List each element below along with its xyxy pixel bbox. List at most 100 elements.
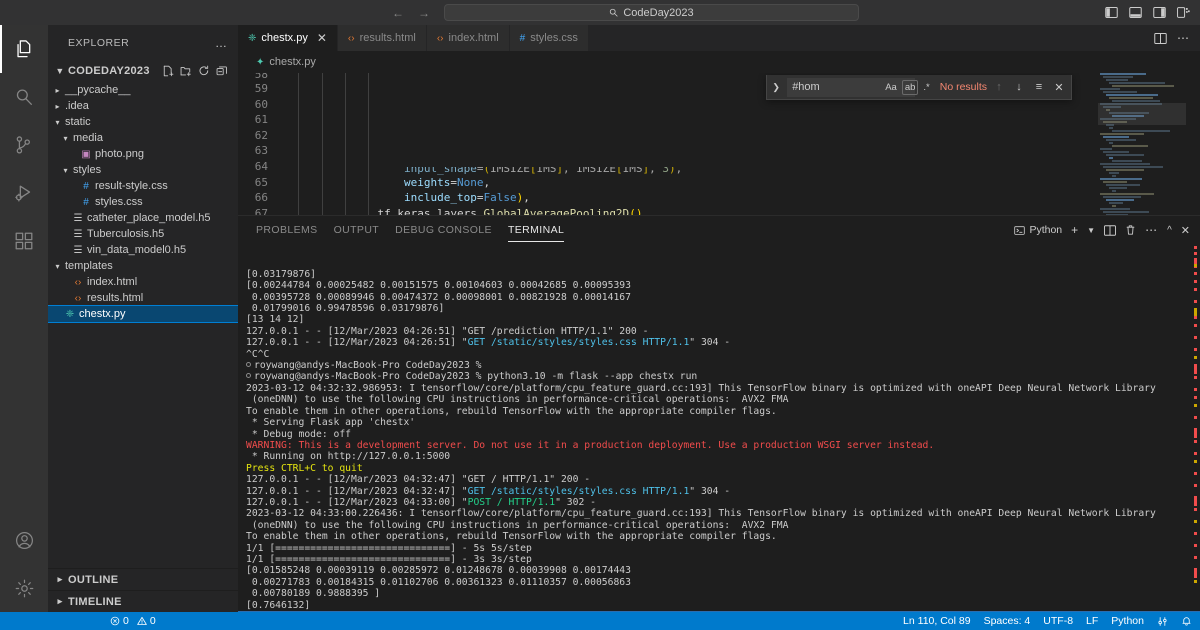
- sidebar-section-outline[interactable]: ▸ OUTLINE: [48, 568, 238, 590]
- file-tree-item[interactable]: ▸ __pycache__: [48, 82, 238, 98]
- minimap-line: [1112, 190, 1116, 192]
- workbench-body: EXPLORER … ▼ CODEDAY2023 ▸ __pycache__ ▸ .i…: [0, 25, 1200, 612]
- minimap-line: [1103, 76, 1133, 78]
- file-tree-item[interactable]: # result-style.css: [48, 178, 238, 194]
- find-previous-icon[interactable]: ↑: [991, 81, 1007, 93]
- editor-tab-chestx-py[interactable]: ❈ chestx.py ✕: [238, 25, 338, 51]
- collapse-all-icon[interactable]: [216, 65, 228, 77]
- new-terminal-icon[interactable]: +: [1071, 223, 1078, 237]
- activity-bar-item-extensions[interactable]: [0, 217, 48, 265]
- bell-icon[interactable]: [1181, 615, 1192, 627]
- toggle-primary-sidebar-icon[interactable]: [1105, 7, 1118, 18]
- toggle-secondary-sidebar-icon[interactable]: [1153, 7, 1166, 18]
- panel-tab-problems[interactable]: PROBLEMS: [248, 216, 326, 244]
- find-next-icon[interactable]: ↓: [1011, 81, 1027, 93]
- customize-layout-icon[interactable]: [1177, 7, 1190, 18]
- file-tree[interactable]: ▸ __pycache__ ▸ .idea ▾ static ▾ media ▣ photo.pn…: [48, 82, 238, 568]
- file-tree-item[interactable]: ❈ chestx.py: [48, 305, 238, 323]
- whole-word-toggle[interactable]: ab: [901, 79, 919, 95]
- minimap-line: [1100, 73, 1146, 75]
- editor-tab-index-html[interactable]: ‹› index.html: [426, 25, 510, 51]
- kill-terminal-trash-icon[interactable]: [1125, 224, 1136, 236]
- minimap-line: [1100, 178, 1142, 180]
- files-icon: [17, 40, 31, 58]
- file-tree-item[interactable]: ▾ styles: [48, 162, 238, 178]
- panel-tab-output[interactable]: OUTPUT: [326, 216, 388, 244]
- toggle-panel-icon[interactable]: [1129, 7, 1142, 18]
- line-number: 67: [254, 206, 268, 215]
- split-terminal-icon[interactable]: [1104, 224, 1117, 236]
- minimap-slider[interactable]: [1098, 103, 1186, 125]
- terminal-shell-selector[interactable]: Python: [1014, 224, 1062, 236]
- split-editor-icon[interactable]: [1154, 32, 1167, 44]
- activity-bar-item-settings[interactable]: [0, 564, 48, 612]
- panel-tab-terminal[interactable]: TERMINAL: [500, 216, 572, 244]
- minimap[interactable]: [1098, 73, 1186, 215]
- file-tree-item[interactable]: ▾ static: [48, 114, 238, 130]
- terminal-scrollbar[interactable]: [1188, 244, 1198, 612]
- regex-toggle[interactable]: .*: [921, 81, 931, 94]
- terminal-scroll-mark: [1194, 376, 1197, 379]
- editor-actions: ⋯: [1154, 25, 1200, 51]
- editor-more-actions-icon[interactable]: ⋯: [1177, 32, 1190, 44]
- terminal-dropdown-icon[interactable]: ▼: [1087, 226, 1095, 235]
- file-tree-item[interactable]: ☰ Tuberculosis.h5: [48, 226, 238, 242]
- activity-bar-item-accounts[interactable]: [0, 516, 48, 564]
- title-bar-navigation: ← →: [392, 7, 430, 19]
- editor-group: ❈ chestx.py ✕ ‹› results.html ‹› index.html # st…: [238, 25, 1200, 612]
- explorer-root-header[interactable]: ▼ CODEDAY2023: [48, 60, 238, 82]
- file-tree-item[interactable]: ☰ vin_data_model0.h5: [48, 242, 238, 258]
- new-folder-icon[interactable]: [180, 65, 192, 77]
- overview-ruler[interactable]: [1186, 73, 1200, 215]
- editor-tab-styles-css[interactable]: # styles.css: [509, 25, 589, 51]
- file-tree-item[interactable]: ▾ templates: [48, 258, 238, 274]
- activity-bar-item-source-control[interactable]: [0, 121, 48, 169]
- explorer-root-label: CODEDAY2023: [68, 65, 150, 77]
- activity-bar-item-run-and-debug[interactable]: [0, 169, 48, 217]
- file-tree-item[interactable]: ‹› results.html: [48, 290, 238, 306]
- file-tree-item[interactable]: ▸ .idea: [48, 98, 238, 114]
- status-problems[interactable]: 0 0: [110, 615, 156, 627]
- sidebar-more-actions-icon[interactable]: …: [215, 36, 228, 50]
- find-in-selection-icon[interactable]: ≡: [1031, 81, 1047, 93]
- minimap-line: [1100, 148, 1112, 150]
- file-tree-item-label: styles: [73, 164, 102, 176]
- panel-tab-debug-console[interactable]: DEBUG CONSOLE: [387, 216, 500, 244]
- status-cursor-position[interactable]: Ln 110, Col 89: [903, 615, 971, 627]
- html-file-icon: ‹›: [347, 32, 355, 44]
- match-case-toggle[interactable]: Aa: [883, 81, 899, 94]
- toggle-replace-icon[interactable]: ❯: [769, 82, 783, 93]
- status-language-mode[interactable]: Python: [1111, 615, 1144, 627]
- search-icon: [16, 89, 32, 105]
- forward-icon[interactable]: →: [418, 7, 430, 19]
- terminal-text: 127.0.0.1 - - [12/Mar/2023 04:32:47] "GE…: [246, 474, 591, 486]
- back-icon[interactable]: ←: [392, 7, 404, 19]
- status-eol[interactable]: LF: [1086, 615, 1098, 627]
- find-close-icon[interactable]: ✕: [1051, 81, 1067, 94]
- close-panel-icon[interactable]: ✕: [1181, 224, 1190, 237]
- panel-more-actions-icon[interactable]: ⋯: [1145, 224, 1158, 236]
- binary-file-icon: ☰: [73, 212, 83, 224]
- editor-tab-results-html[interactable]: ‹› results.html: [337, 25, 427, 51]
- find-widget[interactable]: ❯ #hom Aa ab .* No results ↑ ↓ ≡ ✕: [766, 75, 1072, 100]
- file-tree-item[interactable]: # styles.css: [48, 194, 238, 210]
- terminal-text: To enable them in other operations, rebu…: [246, 405, 777, 417]
- sidebar-section-timeline[interactable]: ▸ TIMELINE: [48, 590, 238, 612]
- remote-icon[interactable]: [1157, 616, 1168, 627]
- activity-bar-item-explorer[interactable]: [0, 25, 48, 73]
- file-tree-item[interactable]: ▣ photo.png: [48, 146, 238, 162]
- command-center-search[interactable]: CodeDay2023: [444, 4, 859, 21]
- file-tree-item[interactable]: ☰ catheter_place_model.h5: [48, 210, 238, 226]
- new-file-icon[interactable]: [162, 65, 174, 77]
- terminal-output[interactable]: [0.03179876] [0.00244784 0.00025482 0.001…: [238, 244, 1200, 612]
- status-encoding[interactable]: UTF-8: [1043, 615, 1073, 627]
- activity-bar-item-search[interactable]: [0, 73, 48, 121]
- chevron-down-icon: ▼: [55, 66, 65, 76]
- refresh-icon[interactable]: [198, 65, 210, 77]
- maximize-panel-icon[interactable]: ^: [1167, 225, 1172, 236]
- status-indentation[interactable]: Spaces: 4: [984, 615, 1031, 627]
- editor-tab-close-icon[interactable]: ✕: [317, 32, 327, 44]
- file-tree-item[interactable]: ‹› index.html: [48, 274, 238, 290]
- breadcrumb-file-label[interactable]: chestx.py: [269, 56, 315, 68]
- file-tree-item[interactable]: ▾ media: [48, 130, 238, 146]
